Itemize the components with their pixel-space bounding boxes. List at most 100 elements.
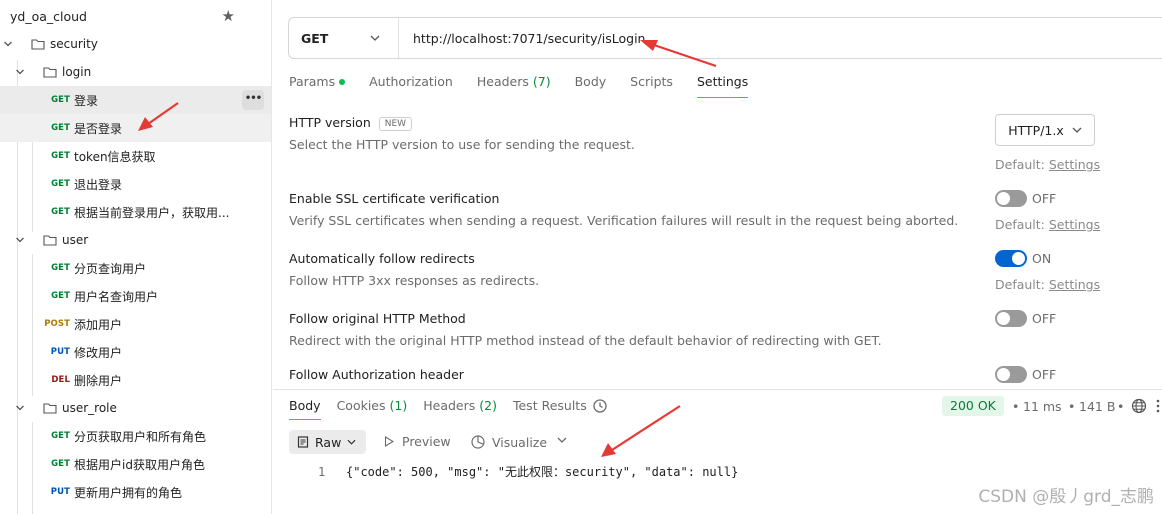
tab-count: (1)	[389, 398, 408, 413]
tree-request[interactable]: PUT 更新用户拥有的角色	[0, 478, 271, 506]
tree-request-label: 删除用户	[74, 373, 123, 388]
tree-request[interactable]: GET 登录 •••	[0, 86, 271, 114]
tab-label: Cookies	[336, 398, 386, 413]
tree-request[interactable]: POST 添加用户	[0, 310, 271, 338]
http-version-select[interactable]: HTTP/1.x	[995, 114, 1095, 146]
tree-folder[interactable]: login	[0, 58, 271, 86]
tree-request[interactable]: PUT 修改用户	[0, 338, 271, 366]
visualize-icon	[471, 435, 485, 449]
settings-link[interactable]: Settings	[1049, 217, 1100, 232]
tree-request-label: token信息获取	[74, 149, 156, 164]
meta-sep: •	[1012, 399, 1020, 414]
tree-folder[interactable]: security	[0, 30, 271, 58]
format-select[interactable]: Raw	[289, 430, 366, 454]
meta-sep: •	[1117, 399, 1125, 414]
method-badge: GET	[51, 459, 70, 469]
tree-folder-label: security	[50, 37, 98, 51]
collection-title: yd_oa_cloud	[10, 8, 87, 24]
response-time[interactable]: 11 ms	[1023, 399, 1062, 414]
ssl-toggle-label: OFF	[1032, 191, 1057, 206]
visualize-button[interactable]: Visualize	[470, 434, 547, 450]
tab-settings[interactable]: Settings	[696, 68, 749, 98]
redirects-title: Automatically follow redirects	[289, 251, 475, 266]
tree-request[interactable]: GET 是否登录	[0, 114, 271, 142]
tree-request[interactable]: GET 分页查询用户	[0, 254, 271, 282]
preview-button[interactable]: Preview	[384, 434, 451, 449]
response-tab-body[interactable]: Body	[289, 394, 321, 420]
chevron-down-icon[interactable]	[15, 235, 25, 245]
new-badge: NEW	[378, 116, 413, 131]
tree-request[interactable]: GET 根据当前登录用户，获取用...	[0, 198, 271, 226]
response-tab-test-results[interactable]: Test Results	[513, 394, 587, 420]
method-badge: DEL	[51, 375, 70, 385]
tree-folder[interactable]: user	[0, 226, 271, 254]
tab-scripts[interactable]: Scripts	[630, 68, 673, 98]
more-options-button[interactable]: •••	[242, 90, 264, 110]
tab-label: Test Results	[512, 398, 587, 413]
globe-icon[interactable]	[1131, 398, 1147, 414]
response-tabs: Body Cookies (1) Headers (2) Test Results	[289, 394, 603, 420]
original-method-toggle-label: OFF	[1032, 311, 1057, 326]
ssl-toggle[interactable]	[995, 190, 1027, 207]
response-divider[interactable]	[273, 389, 1162, 390]
line-number: 1	[318, 465, 326, 479]
history-icon[interactable]	[592, 398, 608, 414]
tab-body[interactable]: Body	[575, 68, 607, 98]
method-badge: GET	[51, 179, 70, 189]
settings-link[interactable]: Settings	[1049, 157, 1100, 172]
method-badge: GET	[51, 151, 70, 161]
chevron-down-icon[interactable]	[15, 403, 25, 413]
chevron-down-icon	[347, 439, 356, 445]
chevron-down-icon[interactable]	[15, 67, 25, 77]
tree-request-label: 添加用户	[74, 317, 123, 332]
tree-request[interactable]: GET 根据用户id获取用户角色	[0, 450, 271, 478]
method-badge: PUT	[50, 487, 70, 497]
tree-request[interactable]: GET 用户名查询用户	[0, 282, 271, 310]
redirects-toggle[interactable]	[995, 250, 1027, 267]
watermark: CSDN @殷丿grd_志鹏	[978, 487, 1154, 507]
tab-authorization[interactable]: Authorization	[369, 68, 453, 98]
tab-label: Body	[574, 74, 607, 89]
tree-request[interactable]: GET token信息获取	[0, 142, 271, 170]
chevron-down-icon[interactable]	[557, 437, 567, 443]
tree-folder-label: login	[62, 65, 92, 79]
tree-request[interactable]: DEL 删除用户	[0, 366, 271, 394]
tree-request[interactable]: GET 分页获取用户和所有角色	[0, 422, 271, 450]
http-version-default: Default: Settings	[995, 157, 1101, 172]
method-badge: GET	[51, 291, 70, 301]
tab-label: Authorization	[369, 74, 453, 89]
auth-header-toggle[interactable]	[995, 366, 1027, 383]
folder-icon	[43, 234, 57, 246]
star-icon[interactable]: ★	[222, 7, 235, 25]
response-tab-cookies[interactable]: Cookies (1)	[337, 394, 408, 420]
chevron-down-icon[interactable]	[3, 39, 13, 49]
tree-request-label: 是否登录	[74, 121, 123, 136]
more-vertical-icon[interactable]	[1156, 398, 1160, 414]
collection-header[interactable]: yd_oa_cloud ★	[0, 0, 271, 32]
response-size[interactable]: 141 B	[1079, 399, 1115, 414]
tab-headers[interactable]: Headers (7)	[477, 68, 551, 98]
request-url-bar: GET http://localhost:7071/security/isLog…	[288, 17, 1162, 59]
chevron-down-icon	[1072, 127, 1082, 133]
tree-request-label: 登录	[74, 93, 99, 108]
tab-label: Scripts	[630, 74, 673, 89]
settings-link[interactable]: Settings	[1049, 277, 1100, 292]
collections-sidebar: yd_oa_cloud ★ security login GET 登录 ••• GET 是否…	[0, 0, 272, 514]
method-badge: GET	[51, 207, 70, 217]
method-badge: GET	[51, 431, 70, 441]
url-input[interactable]: http://localhost:7071/security/isLogin	[399, 31, 645, 46]
tab-label: Body	[289, 398, 321, 413]
http-version-title: HTTP version NEW	[289, 115, 413, 131]
response-tab-headers[interactable]: Headers (2)	[423, 394, 497, 420]
response-body-text: {"code": 500, "msg": "无此权限：security", "d…	[346, 465, 739, 479]
original-method-toggle[interactable]	[995, 310, 1027, 327]
status-badge[interactable]: 200 OK	[942, 396, 1004, 416]
redirects-default: Default: Settings	[995, 277, 1101, 292]
tree-request-label: 更新用户拥有的角色	[74, 485, 183, 500]
response-body-line[interactable]: 1 {"code": 500, "msg": "无此权限：security", "…	[318, 463, 738, 480]
tab-params[interactable]: Params	[289, 68, 346, 98]
method-select[interactable]: GET	[289, 18, 399, 58]
ssl-desc: Verify SSL certificates when sending a r…	[289, 213, 959, 228]
tree-request[interactable]: GET 退出登录	[0, 170, 271, 198]
tree-folder[interactable]: user_role	[0, 394, 271, 422]
